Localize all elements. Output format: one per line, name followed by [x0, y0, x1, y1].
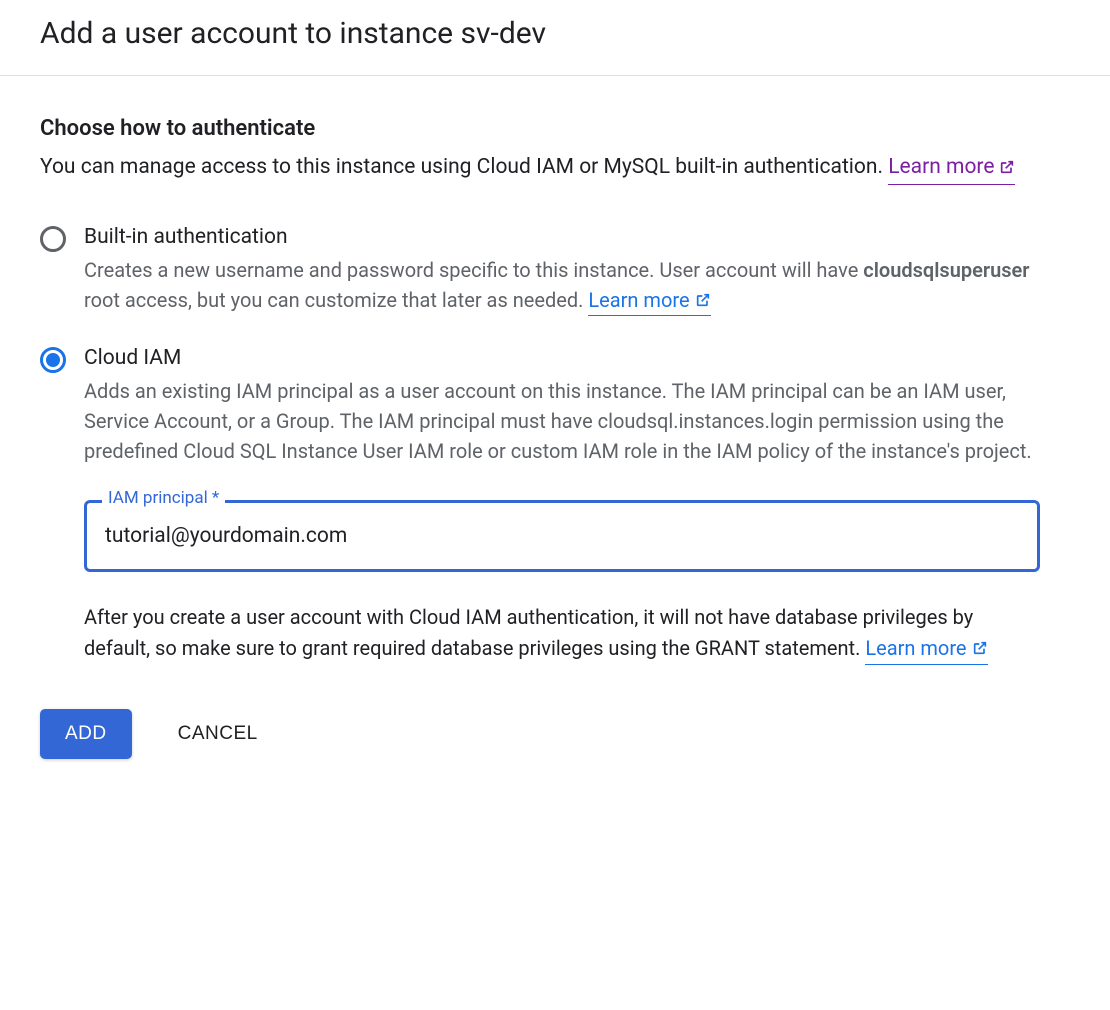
action-button-row: ADD CANCEL	[40, 709, 1040, 799]
auth-learn-more-link[interactable]: Learn more	[888, 151, 1015, 185]
cancel-button[interactable]: CANCEL	[174, 709, 262, 759]
cloud-iam-description: Adds an existing IAM principal as a user…	[84, 376, 1040, 466]
external-link-icon	[695, 292, 711, 308]
iam-principal-field-wrapper: IAM principal *	[84, 500, 1040, 572]
builtin-auth-option[interactable]: Built-in authentication Creates a new us…	[40, 225, 1040, 316]
auth-section-description: You can manage access to this instance u…	[40, 151, 1040, 185]
dialog-header: Add a user account to instance sv-dev	[0, 0, 1110, 75]
builtin-learn-more-link[interactable]: Learn more	[588, 285, 710, 316]
external-link-icon	[999, 159, 1015, 175]
cloud-iam-option[interactable]: Cloud IAM Adds an existing IAM principal…	[40, 346, 1040, 665]
builtin-label: Built-in authentication	[84, 225, 1040, 249]
auth-section-title: Choose how to authenticate	[40, 116, 1040, 141]
dialog-title: Add a user account to instance sv-dev	[40, 16, 1070, 51]
grant-learn-more-link[interactable]: Learn more	[865, 633, 987, 665]
iam-principal-label: IAM principal *	[102, 488, 225, 508]
cloud-iam-label: Cloud IAM	[84, 346, 1040, 370]
builtin-description: Creates a new username and password spec…	[84, 255, 1040, 316]
auth-method-radio-group: Built-in authentication Creates a new us…	[40, 225, 1040, 665]
cloud-iam-radio[interactable]	[40, 347, 66, 373]
external-link-icon	[972, 640, 988, 656]
iam-principal-input[interactable]	[84, 500, 1040, 572]
dialog-content: Choose how to authenticate You can manag…	[0, 76, 1080, 799]
cloud-iam-helper-text: After you create a user account with Clo…	[84, 602, 1040, 665]
add-button[interactable]: ADD	[40, 709, 132, 759]
builtin-radio[interactable]	[40, 226, 66, 252]
